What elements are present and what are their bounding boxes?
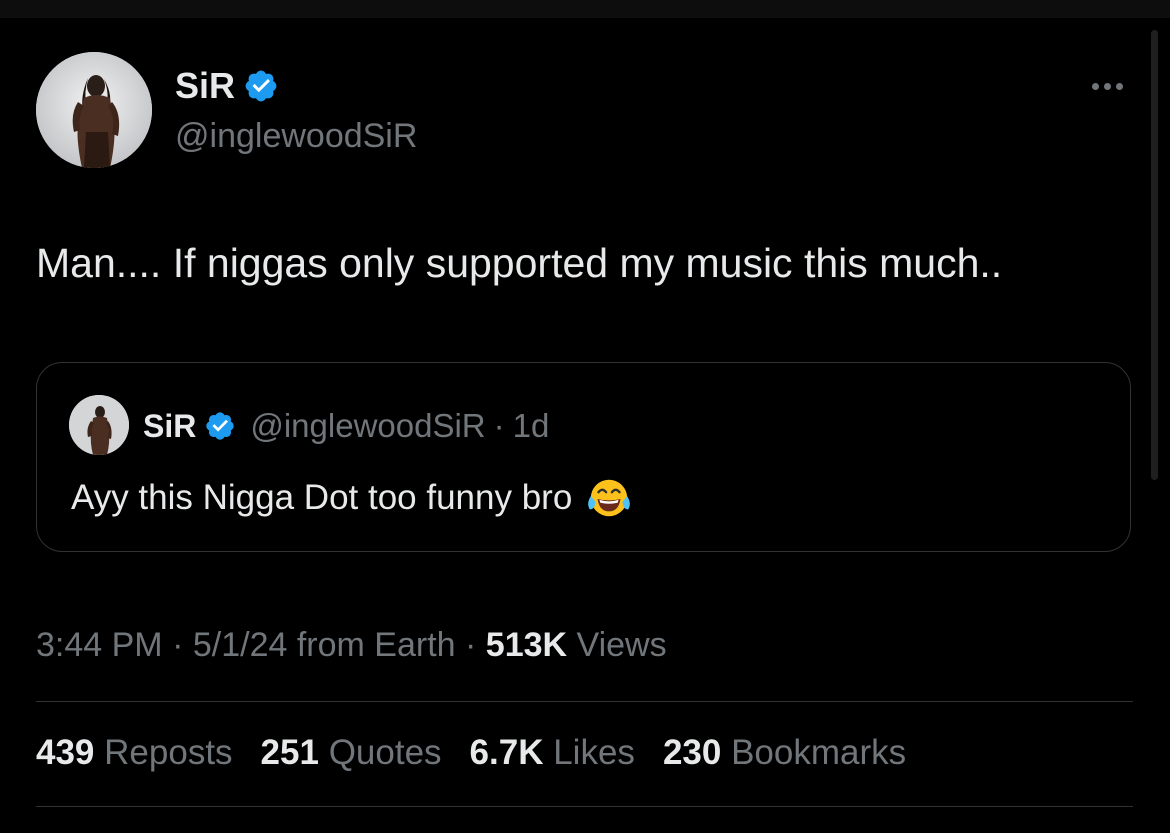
tweet-meta: 3:44 PM · 5/1/24 from Earth · 513K Views <box>36 626 667 665</box>
more-dot <box>1091 82 1099 90</box>
views-label: Views <box>576 626 667 664</box>
tweet-text: Man.... If niggas only supported my musi… <box>36 240 1003 286</box>
verified-badge-icon <box>206 412 235 440</box>
tweet-detail-view: SiR @inglewoodSiR Man.... If niggas only… <box>0 0 1170 833</box>
quoted-tweet-header: SiR @inglewoodSiR · 1d <box>143 403 549 449</box>
more-dot <box>1103 82 1111 90</box>
author-handle[interactable]: @inglewoodSiR <box>175 117 417 156</box>
tweet-date[interactable]: 5/1/24 <box>193 626 288 664</box>
stat-label: Likes <box>553 733 635 772</box>
separator-dot: · <box>465 626 477 664</box>
stat-label: Reposts <box>104 733 233 772</box>
engagement-stats: 439 Reposts 251 Quotes 6.7K Likes 230 Bo… <box>36 733 934 773</box>
reposts-stat[interactable]: 439 Reposts <box>36 733 233 773</box>
quoted-tweet-text-row: Ayy this Nigga Dot too funny bro <box>71 475 632 521</box>
views-count: 513K <box>485 626 568 664</box>
separator-dot: · <box>172 626 184 664</box>
stat-count: 230 <box>662 733 722 772</box>
tweet-time[interactable]: 3:44 PM <box>36 626 163 664</box>
tweet-source: from Earth <box>296 626 456 664</box>
quoted-tweet-card[interactable]: SiR @inglewoodSiR · 1d Ayy this Nigga Do… <box>36 362 1131 552</box>
stat-count: 439 <box>36 733 95 772</box>
scrollbar[interactable] <box>1151 30 1158 480</box>
verified-badge-icon <box>245 70 277 102</box>
stat-count: 6.7K <box>469 733 544 772</box>
more-options-icon[interactable] <box>1082 68 1132 104</box>
stat-label: Bookmarks <box>731 733 907 772</box>
face-with-tears-of-joy-icon <box>588 479 631 517</box>
quoted-display-name[interactable]: SiR <box>143 408 196 445</box>
quoted-handle[interactable]: @inglewoodSiR <box>250 407 485 445</box>
divider <box>36 806 1133 807</box>
quoted-timestamp[interactable]: 1d <box>513 407 550 445</box>
likes-stat[interactable]: 6.7K Likes <box>470 733 635 773</box>
quoted-tweet-text: Ayy this Nigga Dot too funny bro <box>71 478 573 517</box>
divider <box>36 701 1133 702</box>
author-name-row: SiR <box>175 64 279 108</box>
quotes-stat[interactable]: 251 Quotes <box>261 733 442 773</box>
stat-count: 251 <box>260 733 319 772</box>
stat-label: Quotes <box>328 733 442 772</box>
author-display-name[interactable]: SiR <box>175 65 235 107</box>
author-avatar[interactable] <box>36 52 152 168</box>
quoted-author-avatar[interactable] <box>69 395 129 455</box>
bookmarks-stat[interactable]: 230 Bookmarks <box>663 733 906 773</box>
separator-dot: · <box>493 407 505 444</box>
more-dot <box>1115 82 1123 90</box>
top-bar <box>0 0 1170 18</box>
